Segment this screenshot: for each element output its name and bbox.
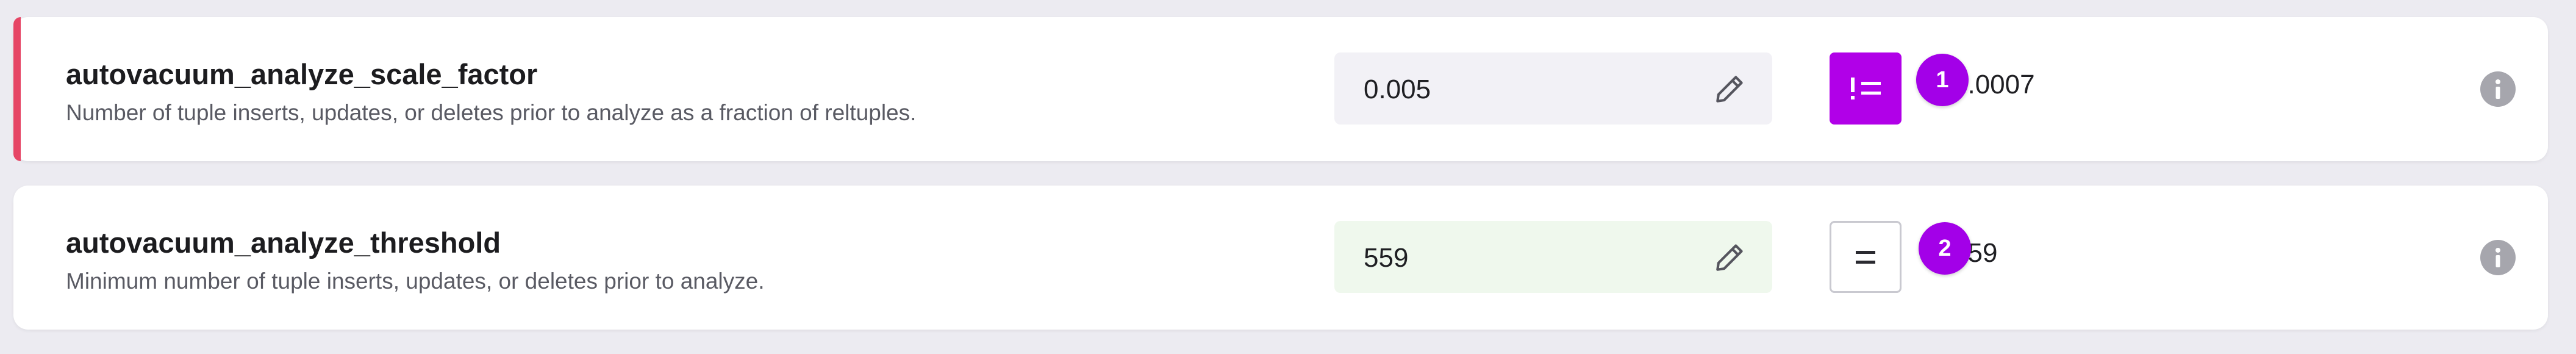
- info-icon[interactable]: [2480, 71, 2516, 107]
- equal-button[interactable]: [1830, 221, 1902, 293]
- info-icon[interactable]: [2480, 239, 2516, 276]
- pencil-icon[interactable]: [1711, 238, 1749, 276]
- current-value: 0.005: [1364, 74, 1431, 104]
- settings-list: autovacuum_analyze_scale_factor Number o…: [0, 0, 2576, 354]
- not-equal-button[interactable]: [1830, 52, 1902, 125]
- changed-marker: [13, 17, 21, 161]
- current-value-field[interactable]: 0.005: [1334, 52, 1772, 125]
- equal-icon: [1856, 251, 1875, 264]
- pencil-icon[interactable]: [1711, 70, 1749, 107]
- current-value-field[interactable]: 559: [1334, 221, 1772, 293]
- setting-name: autovacuum_analyze_scale_factor: [66, 58, 538, 90]
- setting-description: Number of tuple inserts, updates, or del…: [66, 100, 917, 125]
- not-equal-icon: [1851, 78, 1881, 99]
- step-badge: 1: [1916, 54, 1969, 106]
- setting-card-autovacuum-analyze-threshold: autovacuum_analyze_threshold Minimum num…: [13, 186, 2548, 330]
- step-badge: 2: [1919, 222, 1971, 275]
- setting-description: Minimum number of tuple inserts, updates…: [66, 269, 765, 294]
- current-value: 559: [1364, 243, 1409, 273]
- setting-name: autovacuum_analyze_threshold: [66, 226, 501, 259]
- setting-card-autovacuum-analyze-scale-factor: autovacuum_analyze_scale_factor Number o…: [13, 17, 2548, 161]
